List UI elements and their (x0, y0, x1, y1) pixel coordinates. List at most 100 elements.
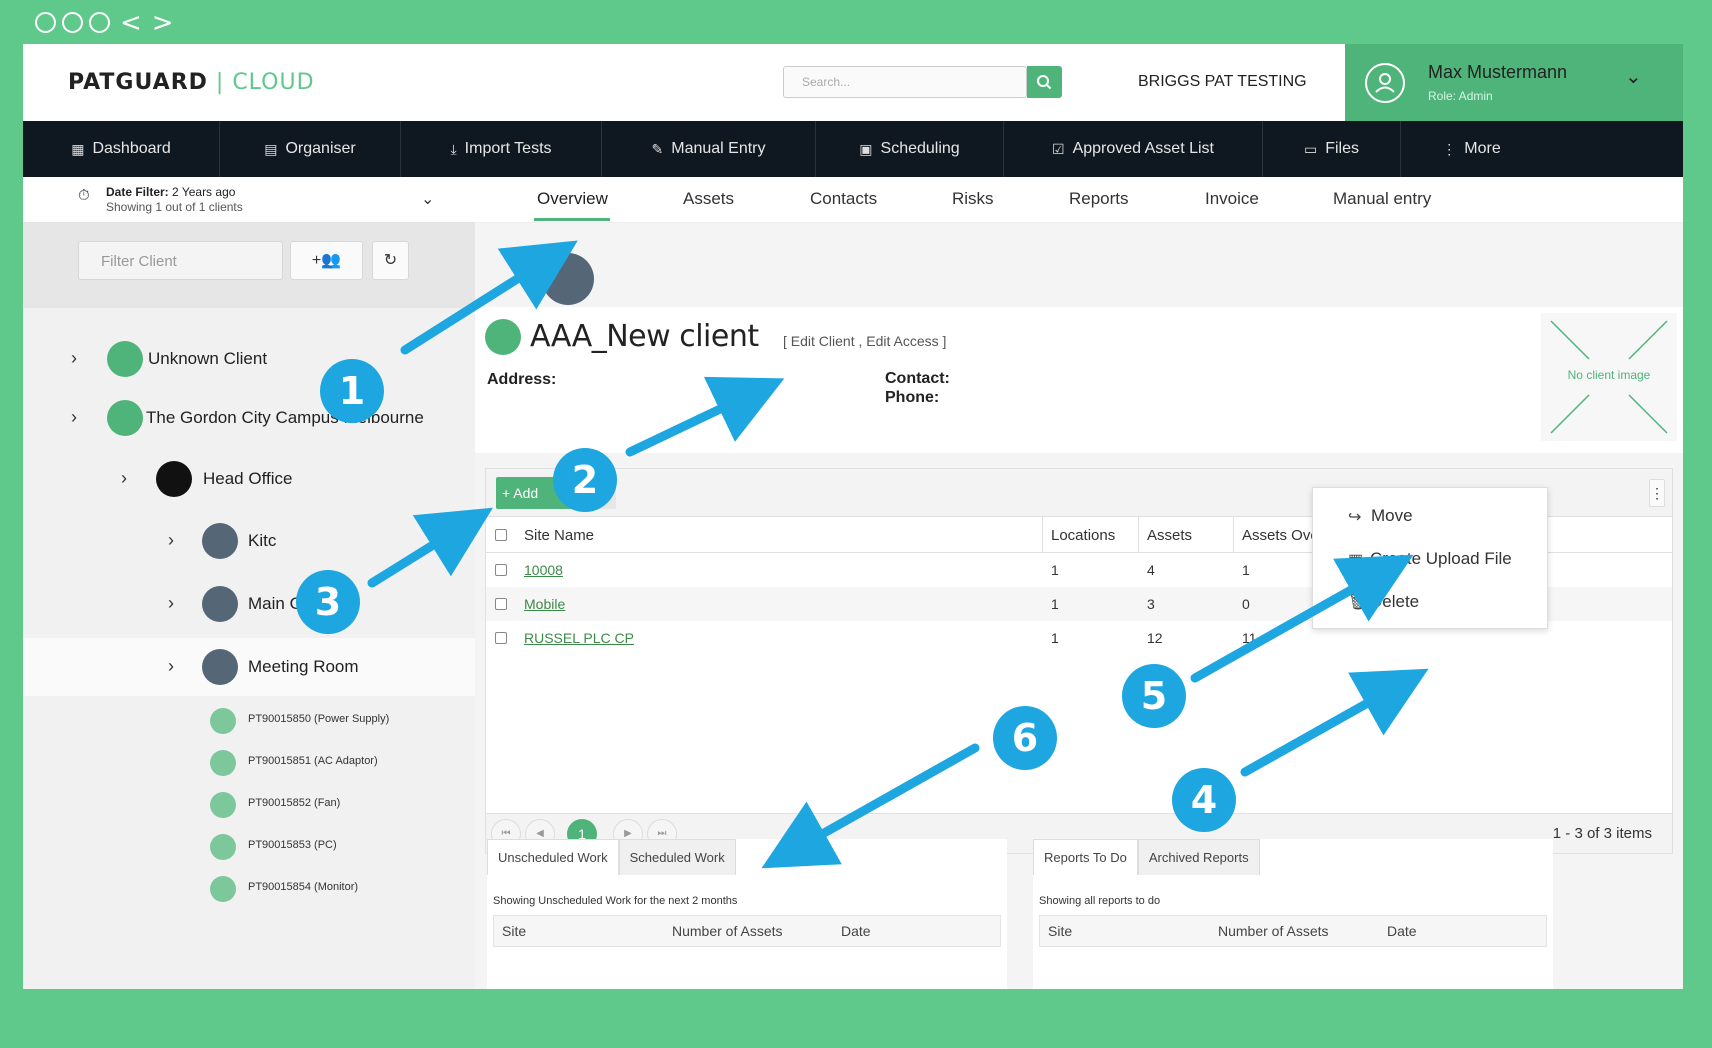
chevron-right-icon[interactable]: › (121, 468, 127, 489)
date-filter[interactable]: ⏱ Date Filter: 2 Years ago Showing 1 out… (23, 177, 475, 223)
more-vertical-icon: ⋮ (1442, 140, 1457, 157)
clock-icon: ⏱ (78, 187, 90, 204)
address-label: Address: (487, 371, 557, 388)
user-avatar-icon (1365, 63, 1405, 103)
nav-approved-asset-list[interactable]: ☑ Approved Asset List (1004, 121, 1263, 177)
nav-more[interactable]: ⋮ More (1401, 121, 1542, 177)
add-user-button[interactable]: +👥 (290, 241, 363, 280)
window-maximize-button[interactable] (89, 12, 110, 33)
edit-icon: ✎ (651, 140, 664, 157)
work-table-header: Site Number of Assets Date (493, 915, 1001, 947)
back-arrow-icon[interactable]: < (120, 10, 142, 36)
asset-item[interactable]: PT90015851 (AC Adaptor) (23, 744, 475, 782)
tree-item-kitchen[interactable]: › Kitc (23, 512, 475, 570)
nav-files[interactable]: ▭ Files (1263, 121, 1401, 177)
menu-item-create-upload-file[interactable]: Create Upload File (1370, 549, 1512, 569)
row-checkbox[interactable] (495, 598, 507, 610)
file-icon: ▭ (1303, 140, 1318, 157)
asset-item[interactable]: PT90015852 (Fan) (23, 786, 475, 824)
callout-5: 5 (1122, 664, 1186, 728)
tab-reports-to-do[interactable]: Reports To Do (1033, 839, 1138, 875)
tab-overview[interactable]: Overview (537, 189, 608, 209)
main-nav: ▦ Dashboard ▤ Organiser ⤓ Import Tests ✎ Man… (23, 121, 1683, 177)
chevron-right-icon[interactable]: › (168, 656, 174, 677)
tree-item-meeting-room[interactable]: › Meeting Room (23, 638, 475, 696)
pager-info: 1 - 3 of 3 items (1552, 825, 1652, 842)
tree-item-main-office[interactable]: › Main Office (23, 575, 475, 633)
edit-client-links[interactable]: [ Edit Client , Edit Access ] (783, 333, 946, 349)
plug-icon (210, 876, 236, 902)
callout-3: 3 (296, 570, 360, 634)
search-button[interactable] (1027, 66, 1062, 98)
date-filter-label: Date Filter: (106, 185, 169, 199)
tree-item-head-office[interactable]: › Head Office (23, 450, 475, 508)
callout-6: 6 (993, 706, 1057, 770)
asset-item[interactable]: PT90015850 (Power Supply) (23, 702, 475, 740)
window-controls: < > (35, 10, 174, 36)
logo[interactable]: PATGUARD | CLOUD (68, 70, 315, 95)
asset-item[interactable]: PT90015854 (Monitor) (23, 870, 475, 908)
tree-item-unknown-client[interactable]: › Unknown Client (23, 330, 475, 388)
search-input[interactable]: Search... (783, 66, 1027, 98)
window-minimize-button[interactable] (62, 12, 83, 33)
nav-dashboard[interactable]: ▦ Dashboard (23, 121, 220, 177)
menu-item-move[interactable]: Move (1371, 506, 1413, 526)
more-vertical-icon[interactable]: ⋮ (1649, 479, 1665, 507)
tab-manual-entry[interactable]: Manual entry (1333, 189, 1431, 209)
grid-icon: ▦ (71, 140, 85, 157)
tab-assets[interactable]: Assets (683, 189, 734, 209)
add-user-icon: +👥 (311, 252, 342, 269)
tab-scheduled-work[interactable]: Scheduled Work (618, 839, 736, 875)
reports-panel: Reports To Do Archived Reports Showing a… (1033, 839, 1553, 989)
tab-unscheduled-work[interactable]: Unscheduled Work (487, 839, 619, 875)
nav-import-tests[interactable]: ⤓ Import Tests (401, 121, 602, 177)
nav-organiser[interactable]: ▤ Organiser (220, 121, 401, 177)
user-role: Role: Admin (1428, 89, 1493, 103)
download-icon: ⤓ (450, 140, 457, 157)
nav-scheduling[interactable]: ▣ Scheduling (816, 121, 1004, 177)
callout-4: 4 (1172, 768, 1236, 832)
row-checkbox[interactable] (495, 632, 507, 644)
row-checkbox[interactable] (495, 564, 507, 576)
refresh-button[interactable]: ↻ (372, 241, 409, 280)
location-pin-icon (202, 586, 238, 622)
plug-icon (210, 792, 236, 818)
tab-invoice[interactable]: Invoice (1205, 189, 1259, 209)
work-note: Showing Unscheduled Work for the next 2 … (493, 895, 738, 907)
client-name: AAA_New client (530, 319, 759, 354)
select-all-checkbox[interactable] (495, 529, 507, 541)
menu-item-delete[interactable]: Delete (1370, 592, 1419, 612)
tree-item-gordon-city[interactable]: › The Gordon City Campus Melbourne (23, 389, 475, 447)
window-close-button[interactable] (35, 12, 56, 33)
site-link[interactable]: RUSSEL PLC CP (524, 630, 634, 646)
tab-reports[interactable]: Reports (1069, 189, 1129, 209)
chevron-right-icon[interactable]: › (168, 593, 174, 614)
chevron-down-icon[interactable]: ⌄ (421, 189, 434, 209)
user-name: Max Mustermann (1428, 62, 1568, 82)
chevron-down-icon[interactable]: ⌄ (1625, 64, 1642, 89)
nav-manual-entry[interactable]: ✎ Manual Entry (602, 121, 816, 177)
work-panel: Unscheduled Work Scheduled Work Showing … (487, 839, 1007, 989)
site-link[interactable]: 10008 (524, 562, 563, 578)
active-tab-indicator (534, 218, 610, 221)
forward-arrow-icon[interactable]: > (152, 10, 174, 36)
user-icon (107, 341, 143, 377)
chevron-right-icon[interactable]: › (71, 407, 77, 428)
client-info: AAA_New client [ Edit Client , Edit Acce… (475, 307, 1683, 453)
refresh-icon: ↻ (383, 252, 398, 269)
calendar-icon: ▣ (859, 140, 873, 157)
checklist-icon: ☑ (1052, 140, 1065, 157)
location-pin-icon (202, 523, 238, 559)
chevron-right-icon[interactable]: › (71, 348, 77, 369)
tab-contacts[interactable]: Contacts (810, 189, 877, 209)
filter-client-input[interactable]: Filter Client (78, 241, 283, 280)
tab-risks[interactable]: Risks (952, 189, 994, 209)
filter-bar: Filter Client +👥 ↻ (23, 223, 475, 308)
site-link[interactable]: Mobile (524, 596, 565, 612)
app-header: PATGUARD | CLOUD Search... BRIGGS PAT TE… (23, 44, 1683, 121)
tab-archived-reports[interactable]: Archived Reports (1137, 839, 1260, 875)
chevron-right-icon[interactable]: › (168, 530, 174, 551)
location-pin-icon (542, 253, 594, 305)
asset-item[interactable]: PT90015853 (PC) (23, 828, 475, 866)
user-menu[interactable]: Max Mustermann Role: Admin ⌄ (1345, 44, 1683, 121)
